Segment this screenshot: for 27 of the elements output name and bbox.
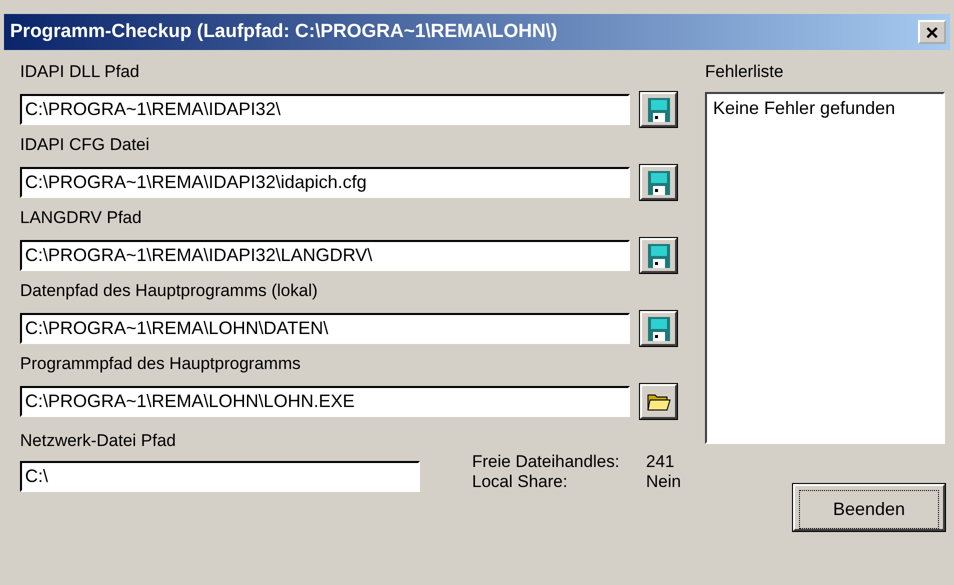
save-button[interactable]	[640, 238, 677, 273]
field-label: IDAPI CFG Datei	[20, 134, 150, 156]
close-dialog-button[interactable]: Beenden	[793, 484, 945, 531]
close-button[interactable]: ×	[918, 20, 946, 44]
list-item: Keine Fehler gefunden	[713, 98, 896, 118]
path-field[interactable]: C:\PROGRA~1\REMA\LOHN\LOHN.EXE	[20, 386, 630, 417]
field-label: Datenpfad des Hauptprogramms (lokal)	[20, 280, 319, 302]
save-button[interactable]	[640, 311, 677, 346]
path-field[interactable]: C:\PROGRA~1\REMA\LOHN\DATEN\	[20, 313, 630, 344]
save-button[interactable]	[640, 165, 677, 200]
path-field[interactable]: C:\PROGRA~1\REMA\IDAPI32\idapich.cfg	[20, 167, 630, 198]
path-field[interactable]: C:\	[20, 461, 420, 492]
browse-button[interactable]	[640, 384, 677, 419]
window-title: Programm-Checkup (Laufpfad: C:\PROGRA~1\REMA\LOHN\)	[10, 21, 558, 43]
path-field[interactable]: C:\PROGRA~1\REMA\IDAPI32\	[20, 94, 630, 125]
info-value: Nein	[646, 472, 681, 492]
info-value: 241	[646, 452, 676, 472]
field-label: LANGDRV Pfad	[20, 207, 143, 229]
path-field[interactable]: C:\PROGRA~1\REMA\IDAPI32\LANGDRV\	[20, 240, 630, 271]
field-label: Netzwerk-Datei Pfad	[20, 430, 177, 452]
save-button[interactable]	[640, 92, 677, 127]
info-label: Freie Dateihandles:	[472, 452, 620, 472]
field-label: Programmpfad des Hauptprogramms	[20, 353, 302, 375]
list-label: Fehlerliste	[705, 61, 784, 83]
field-label: IDAPI DLL Pfad	[20, 61, 140, 83]
info-label: Local Share:	[472, 472, 568, 492]
folder-icon	[646, 392, 671, 412]
